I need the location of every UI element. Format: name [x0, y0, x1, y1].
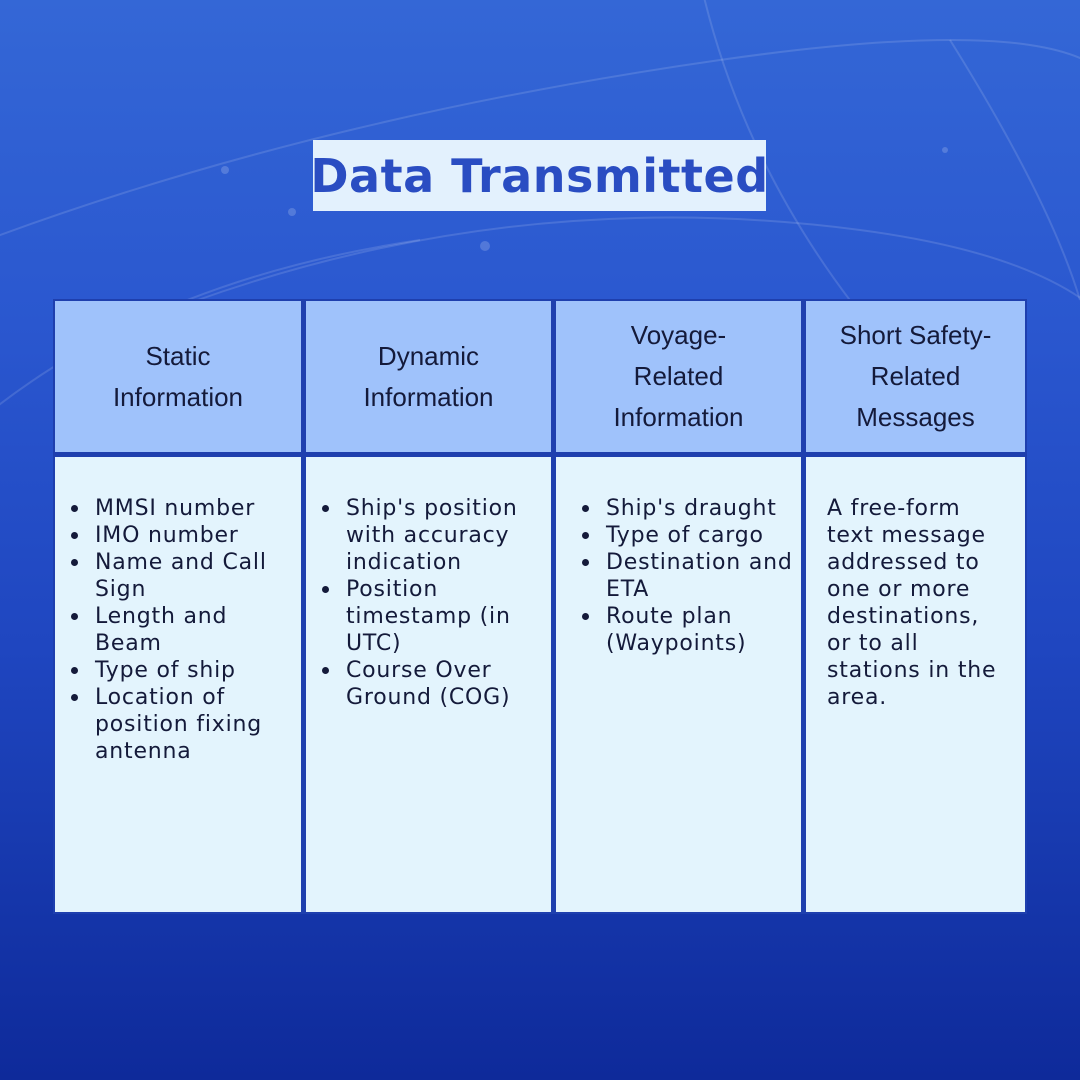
header-line: Information: [363, 381, 494, 412]
list-item: IMO number: [55, 522, 289, 549]
list-item: Length and Beam: [55, 603, 289, 657]
body-static-information: MMSI number IMO number Name and Call Sig…: [55, 457, 301, 912]
header-line: Short Safety-: [839, 320, 992, 350]
list-item: Ship's draught: [566, 495, 797, 522]
list-item: Course Over Ground (COG): [306, 657, 543, 711]
header-line: Related: [870, 361, 961, 391]
header-static-information: Static Information: [55, 301, 301, 452]
header-line: Messages: [856, 402, 975, 432]
header-voyage-related-information: Voyage- Related Information: [556, 301, 801, 452]
list-item: Position timestamp (in UTC): [306, 576, 543, 657]
list-item: Type of cargo: [566, 522, 797, 549]
header-line: Information: [112, 381, 244, 412]
header-line: Dynamic: [377, 340, 480, 371]
data-table: Static Information MMSI number IMO numbe…: [53, 299, 1027, 914]
list-item: Name and Call Sign: [55, 549, 289, 603]
body-dynamic-information: Ship's position with accuracy indication…: [306, 457, 551, 912]
header-short-safety-related-messages: Short Safety- Related Messages: [806, 301, 1025, 452]
list-item: Destination and ETA: [566, 549, 797, 603]
body-voyage-related-information: Ship's draught Type of cargo Destination…: [556, 457, 801, 912]
header-line: Information: [613, 402, 744, 432]
voyage-info-list: Ship's draught Type of cargo Destination…: [566, 495, 797, 657]
header-line: Static: [145, 340, 211, 371]
list-item: Location of position fixing antenna: [55, 684, 289, 765]
body-short-safety-related-messages: A free-form text message addressed to on…: [806, 457, 1025, 912]
title-box: Data Transmitted: [310, 140, 769, 211]
header-dynamic-information: Dynamic Information: [306, 301, 551, 452]
list-item: Type of ship: [55, 657, 289, 684]
page-title: Data Transmitted: [310, 148, 769, 203]
header-line: Related: [633, 361, 724, 391]
list-item: Route plan (Waypoints): [566, 603, 797, 657]
list-item: Ship's position with accuracy indication: [306, 495, 543, 576]
list-item: MMSI number: [55, 495, 289, 522]
dynamic-info-list: Ship's position with accuracy indication…: [306, 495, 543, 711]
safety-message-text: A free-form text message addressed to on…: [827, 496, 997, 710]
static-info-list: MMSI number IMO number Name and Call Sig…: [55, 495, 289, 765]
header-line: Voyage-: [630, 320, 727, 350]
